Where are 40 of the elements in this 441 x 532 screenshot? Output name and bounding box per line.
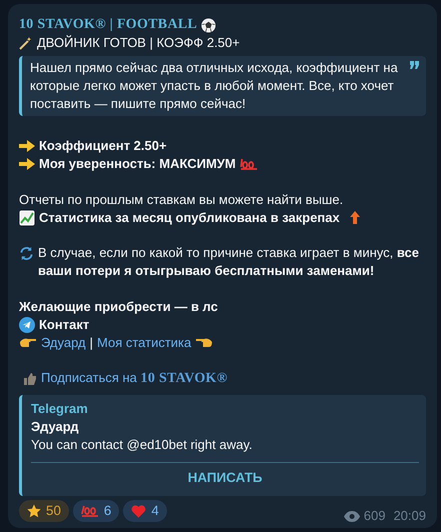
reaction-button[interactable]: 6	[72, 500, 120, 522]
hundred-icon	[80, 504, 99, 518]
soccer-ball-icon	[201, 18, 216, 32]
right-arrow-icon	[19, 140, 35, 152]
contact-heading: Желающие приобрести — в лс	[19, 298, 219, 316]
channel-title[interactable]: 10 STAVOK® | FOOTBALL	[19, 16, 198, 34]
message-time: 20:09	[393, 507, 426, 526]
view-count: 609	[364, 507, 386, 526]
quote-text: Нашел прямо сейчас два отличных исхода, коэффициент на которые легко может упасть в любой момент. Все, кто хочет поставить — пишите прямо сейчас!	[30, 59, 399, 113]
up-arrow-icon	[350, 211, 360, 224]
wand-icon	[19, 36, 33, 50]
pinned-stats-text: Статистика за месяц опубликована в закрепах	[39, 208, 340, 227]
chart-icon	[19, 210, 35, 226]
preview-site-name: Telegram	[31, 400, 89, 418]
heart-icon	[131, 504, 146, 518]
right-arrow-icon	[19, 158, 35, 170]
pointing-right-icon	[19, 336, 37, 349]
eye-icon	[344, 510, 360, 522]
telegram-icon	[19, 316, 35, 333]
bullet-text: Коэффициент 2.50+	[39, 137, 167, 156]
pointing-left-icon	[195, 336, 214, 349]
star-icon	[27, 504, 41, 518]
link-separator: |	[90, 334, 93, 352]
quote-icon	[409, 61, 420, 69]
thumbs-up-icon	[23, 372, 37, 386]
contact-label: Контакт	[39, 316, 90, 334]
refund-text: В случае, если по какой то причине ставка играет в минус, все ваши потери я отыгрываю бесплатными заменами!	[38, 244, 420, 280]
write-button[interactable]: НАПИСАТЬ	[31, 462, 419, 496]
hundred-icon	[240, 158, 258, 170]
subscribe-link[interactable]: Подписаться на 10 STAVOK®	[41, 369, 228, 388]
refresh-icon	[19, 246, 34, 262]
link[interactable]: Моя статистика	[97, 334, 192, 352]
headline: ДВОЙНИК ГОТОВ | КОЭФФ 2.50+	[37, 34, 240, 52]
reaction-button[interactable]: 50	[19, 500, 69, 522]
reports-text: Отчеты по прошлым ставкам вы можете найти выше.	[19, 190, 344, 209]
preview-title: Эдуард	[31, 418, 80, 436]
reaction-button[interactable]: 4	[123, 500, 167, 522]
bullet-text: Моя уверенность: МАКСИМУМ	[39, 155, 236, 174]
preview-description: You can contact @ed10bet right away.	[31, 436, 254, 454]
link[interactable]: Эдуард	[41, 334, 86, 352]
